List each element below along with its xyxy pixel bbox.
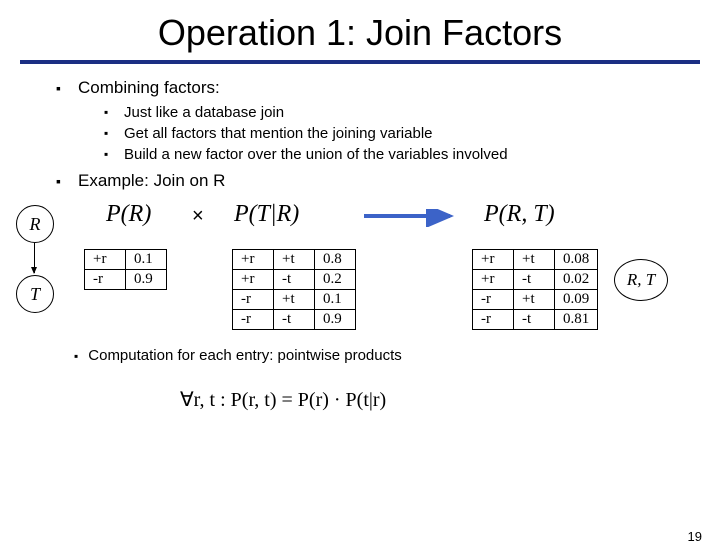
formula: ∀r, t : P(r, t) = P(r) · P(t|r) — [180, 387, 386, 412]
node-RT: R, T — [614, 259, 668, 301]
cell: 0.02 — [555, 270, 598, 290]
equation-row: P(R) × P(T|R) P(R, T) — [84, 201, 720, 243]
cell: +r — [85, 250, 126, 270]
sub-bullet-3: Build a new factor over the union of the… — [104, 146, 680, 163]
cell: 0.8 — [315, 250, 356, 270]
cell: 0.09 — [555, 290, 598, 310]
example-area: R T P(R) × P(T|R) P(R, T) +r0.1 -r0.9 +r… — [0, 201, 720, 451]
cell: +t — [514, 250, 555, 270]
table-PRT: +r+t0.08 +r-t0.02 -r+t0.09 -r-t0.81 — [472, 249, 598, 330]
table-row: +r-t0.2 — [233, 270, 356, 290]
cell: +r — [233, 270, 274, 290]
table-row: -r-t0.9 — [233, 310, 356, 330]
table-row: -r+t0.09 — [473, 290, 598, 310]
cell: 0.08 — [555, 250, 598, 270]
cell: 0.81 — [555, 310, 598, 330]
table-row: -r+t0.1 — [233, 290, 356, 310]
cell: -t — [514, 310, 555, 330]
edge-R-T — [34, 243, 35, 273]
bullet-combining-text: Combining factors: — [78, 78, 220, 97]
sub-bullet-list: Just like a database join Get all factor… — [104, 104, 680, 163]
body-area: Combining factors: Just like a database … — [0, 78, 720, 191]
cell: 0.9 — [126, 270, 167, 290]
cell: 0.9 — [315, 310, 356, 330]
table-row: -r0.9 — [85, 270, 167, 290]
cell: +t — [514, 290, 555, 310]
computation-note: Computation for each entry: pointwise pr… — [74, 347, 402, 364]
table-PR: +r0.1 -r0.9 — [84, 249, 167, 290]
cell: -r — [473, 290, 514, 310]
cell: +r — [473, 270, 514, 290]
table-PTR: +r+t0.8 +r-t0.2 -r+t0.1 -r-t0.9 — [232, 249, 356, 330]
cell: 0.1 — [126, 250, 167, 270]
node-R: R — [16, 205, 54, 243]
cell: 0.1 — [315, 290, 356, 310]
table-row: +r0.1 — [85, 250, 167, 270]
bullet-combining: Combining factors: Just like a database … — [56, 78, 680, 163]
cell: 0.2 — [315, 270, 356, 290]
table-row: -r-t0.81 — [473, 310, 598, 330]
sub-bullet-2: Get all factors that mention the joining… — [104, 125, 680, 142]
node-T: T — [16, 275, 54, 313]
page-number: 19 — [688, 529, 702, 544]
cell: +r — [233, 250, 274, 270]
bullet-list: Combining factors: Just like a database … — [56, 78, 680, 191]
cell: +t — [274, 250, 315, 270]
cell: -t — [274, 270, 315, 290]
cell: -r — [85, 270, 126, 290]
table-row: +r+t0.08 — [473, 250, 598, 270]
cell: +r — [473, 250, 514, 270]
cell: -t — [274, 310, 315, 330]
cell: -r — [233, 290, 274, 310]
title-underline — [20, 60, 700, 64]
eq-PR: P(R) — [106, 201, 151, 228]
cell: +t — [274, 290, 315, 310]
table-row: +r+t0.8 — [233, 250, 356, 270]
cell: -r — [233, 310, 274, 330]
eq-PRT: P(R, T) — [484, 201, 555, 228]
cell: -t — [514, 270, 555, 290]
slide-title: Operation 1: Join Factors — [0, 12, 720, 54]
table-row: +r-t0.02 — [473, 270, 598, 290]
times-icon: × — [192, 205, 204, 228]
sub-bullet-1: Just like a database join — [104, 104, 680, 121]
arrow-icon — [364, 209, 460, 227]
bullet-example: Example: Join on R — [56, 171, 680, 191]
eq-PTR: P(T|R) — [234, 201, 299, 228]
cell: -r — [473, 310, 514, 330]
